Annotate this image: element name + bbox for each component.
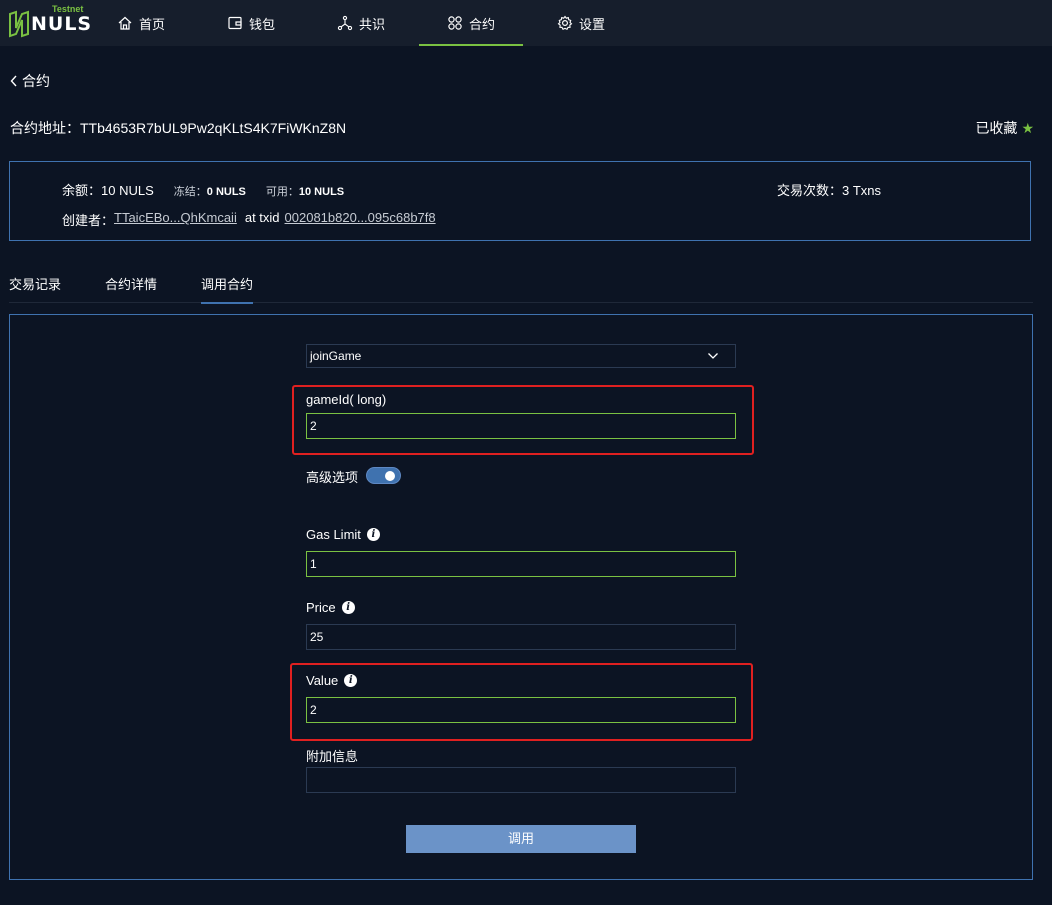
tab-contract-details[interactable]: 合约详情 xyxy=(105,274,157,302)
price-input[interactable]: 25 xyxy=(306,624,736,650)
contract-info-panel: 余额： 10 NULS 冻结： 0 NULS 可用： 10 NULS 交易次数：… xyxy=(9,161,1031,241)
available-value: 10 NULS xyxy=(298,186,345,198)
nav-label-contract: 合约 xyxy=(469,16,496,32)
advanced-options-label: 高级选项 xyxy=(306,470,359,485)
toggle-knob xyxy=(385,471,395,481)
favorite-label: 已收藏 xyxy=(975,120,1018,136)
tx-count-value: 3 Txns xyxy=(842,183,882,198)
nuls-logo-icon xyxy=(9,10,29,38)
creator-row: 创建者： TTaicEBo...QhKmcaii at txid 002081b… xyxy=(62,210,436,229)
txid-link[interactable]: 002081b820...095c68b7f8 xyxy=(285,210,436,229)
method-select[interactable]: joinGame xyxy=(306,344,736,368)
creator-address-link[interactable]: TTaicEBo...QhKmcaii xyxy=(114,210,237,229)
info-icon[interactable]: i xyxy=(366,528,380,541)
remark-label: 附加信息 xyxy=(306,749,359,764)
back-label: 合约 xyxy=(22,73,50,89)
gas-limit-input[interactable]: 1 xyxy=(306,551,736,577)
nav-item-wallet[interactable]: 钱包 xyxy=(227,0,275,46)
tx-count: 交易次数：3 Txns xyxy=(777,180,881,199)
remark-input[interactable] xyxy=(306,767,736,793)
nav-item-settings[interactable]: 设置 xyxy=(557,0,605,46)
top-nav-bar: NULS Testnet 首页 钱包 共识 合约 设置 xyxy=(0,0,1052,46)
gas-limit-label: Gas Limit xyxy=(306,527,361,542)
contract-address: TTb4653R7bUL9Pw2qKLtS4K7FiWKnZ8N xyxy=(80,120,347,136)
wallet-icon xyxy=(228,16,242,30)
tx-count-label: 交易次数： xyxy=(777,183,843,198)
info-icon[interactable]: i xyxy=(344,674,358,687)
home-icon xyxy=(118,16,132,30)
advanced-options-toggle[interactable] xyxy=(366,467,401,484)
balance-label: 余额： xyxy=(62,183,102,198)
nav-item-consensus[interactable]: 共识 xyxy=(337,0,385,46)
method-select-value: joinGame xyxy=(310,349,362,363)
contract-tabs: 交易记录 合约详情 调用合约 xyxy=(9,272,1033,304)
balance-value: 10 NULS xyxy=(101,183,154,198)
price-label: Price xyxy=(306,600,336,615)
value-input[interactable]: 2 xyxy=(306,697,736,723)
nav-item-home[interactable]: 首页 xyxy=(117,0,165,46)
at-txid-label: at txid xyxy=(244,210,280,225)
available-label: 可用： xyxy=(265,186,299,198)
testnet-badge: Testnet xyxy=(52,4,84,14)
consensus-icon xyxy=(337,15,353,31)
favorite-toggle[interactable]: 已收藏 ★ xyxy=(975,118,1034,138)
nav-label-consensus: 共识 xyxy=(359,16,386,32)
contract-address-row: 合约地址：TTb4653R7bUL9Pw2qKLtS4K7FiWKnZ8N xyxy=(10,118,346,138)
star-icon: ★ xyxy=(1021,119,1034,136)
value-label-row: Value i xyxy=(306,673,358,688)
creator-label: 创建者： xyxy=(62,213,115,228)
call-button[interactable]: 调用 xyxy=(406,825,636,853)
info-icon[interactable]: i xyxy=(341,601,355,614)
balance-row: 余额： 10 NULS 冻结： 0 NULS 可用： 10 NULS xyxy=(62,180,344,199)
contract-icon xyxy=(448,16,462,30)
brand-name: NULS xyxy=(31,13,93,35)
frozen-value: 0 NULS xyxy=(206,186,246,198)
price-label-row: Price i xyxy=(306,600,355,615)
value-label: Value xyxy=(306,673,339,688)
nav-label-home: 首页 xyxy=(139,16,166,32)
param-label: gameId( long) xyxy=(306,392,387,407)
chevron-left-icon xyxy=(10,75,17,87)
nav-label-wallet: 钱包 xyxy=(249,16,276,32)
param-gameid-input[interactable]: 2 xyxy=(306,413,736,439)
nuls-logo[interactable]: NULS Testnet xyxy=(8,4,91,40)
contract-address-label: 合约地址： xyxy=(10,120,80,136)
nav-item-contract[interactable]: 合约 xyxy=(418,0,524,46)
tab-call-contract[interactable]: 调用合约 xyxy=(201,274,254,304)
back-link[interactable]: 合约 xyxy=(10,71,50,91)
frozen-label: 冻结： xyxy=(173,186,207,198)
gas-limit-label-row: Gas Limit i xyxy=(306,527,380,542)
gear-icon xyxy=(557,15,573,31)
nav-label-settings: 设置 xyxy=(579,16,606,32)
chevron-down-icon xyxy=(708,353,718,359)
tab-transactions[interactable]: 交易记录 xyxy=(9,274,61,302)
